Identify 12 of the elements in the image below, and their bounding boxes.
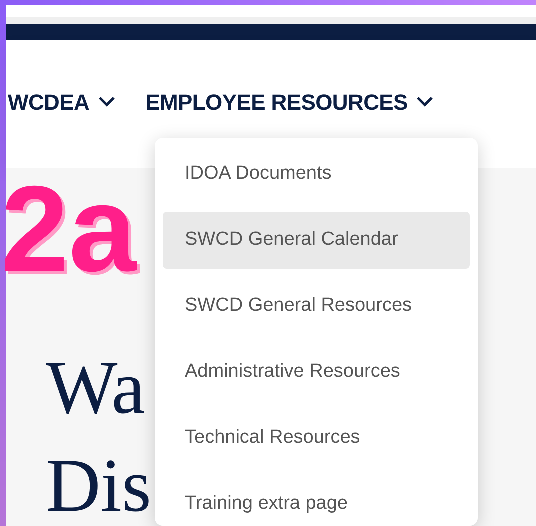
nav-menu-link[interactable]: WCDEA: [8, 86, 116, 118]
page-heading-line: Dis: [46, 448, 152, 524]
chevron-down-icon: [416, 96, 434, 108]
nav-menu-link[interactable]: EMPLOYEE RESOURCES: [146, 86, 434, 118]
dropdown-item[interactable]: SWCD General Resources: [163, 278, 470, 335]
dropdown-item[interactable]: Administrative Resources: [163, 344, 470, 401]
dropdown-item[interactable]: IDOA Documents: [163, 146, 470, 203]
chevron-down-icon: [98, 96, 116, 108]
page-heading-line: Wa: [46, 350, 146, 426]
dropdown-item[interactable]: Training extra page: [163, 476, 470, 526]
dropdown-item[interactable]: Technical Resources: [163, 410, 470, 467]
dropdown-item[interactable]: SWCD General Calendar: [163, 212, 470, 269]
